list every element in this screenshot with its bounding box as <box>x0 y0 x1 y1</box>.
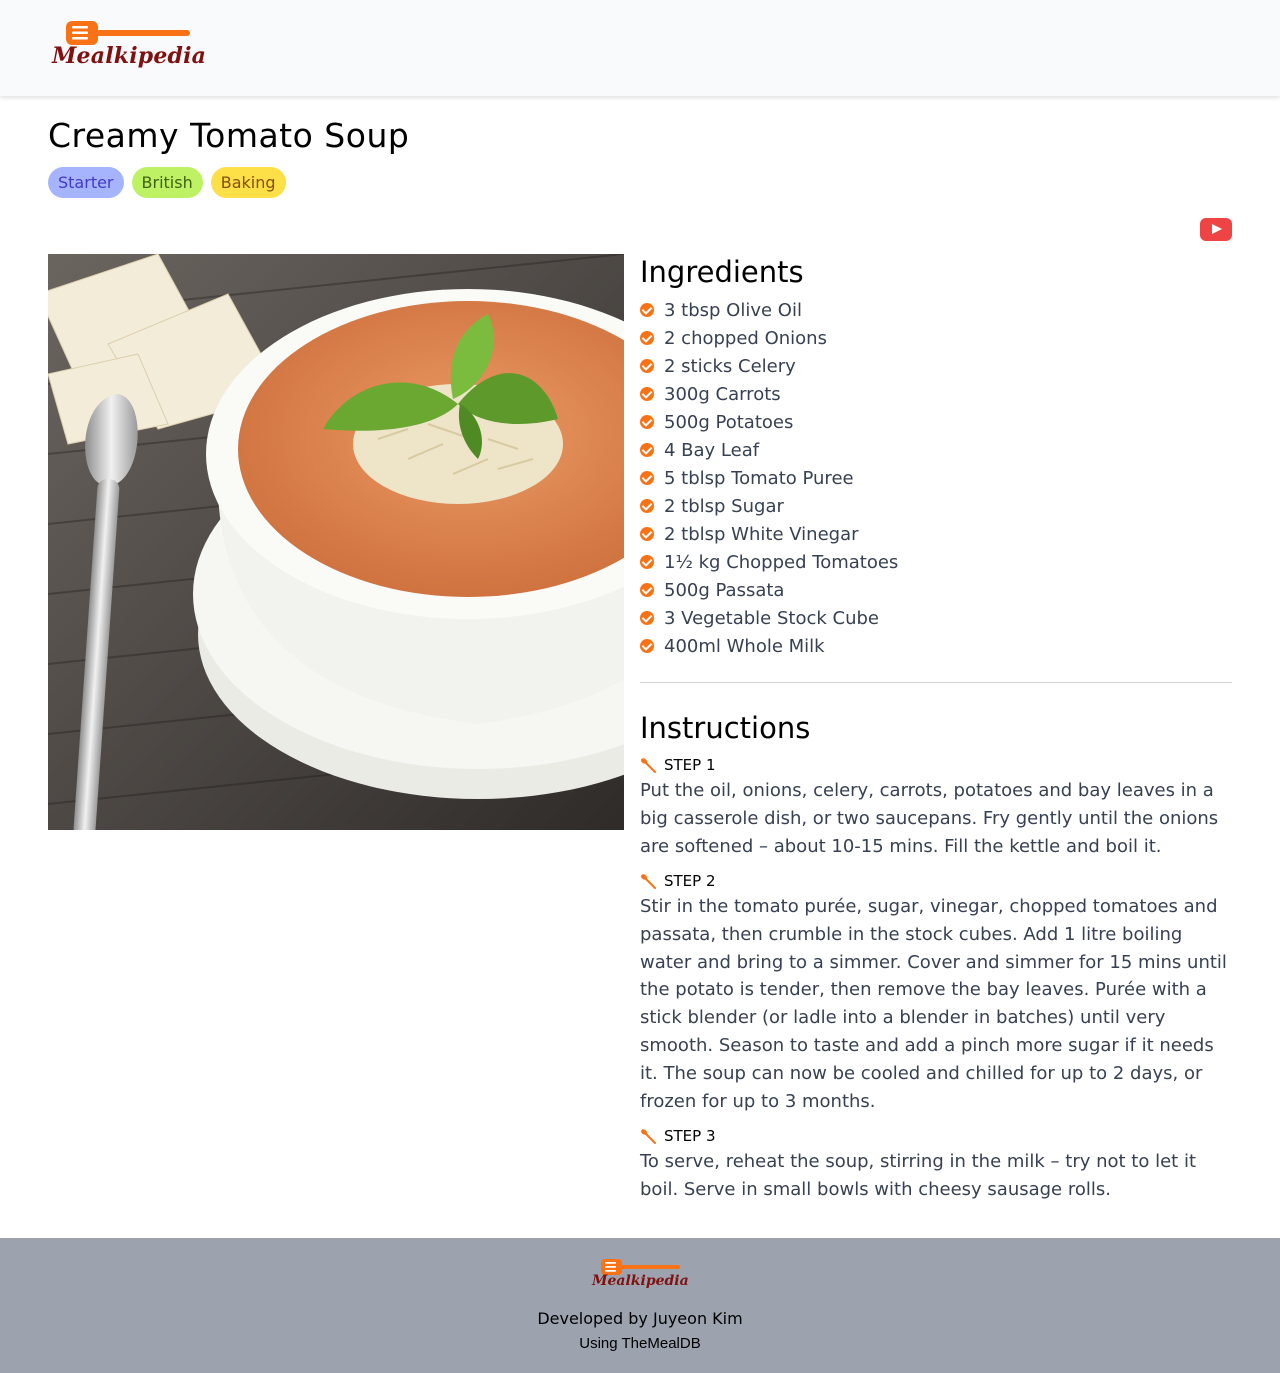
ingredient-text: 2 tblsp White Vinegar <box>664 523 859 545</box>
ingredient-text: 1½ kg Chopped Tomatoes <box>664 551 899 573</box>
list-item: 300g Carrots <box>640 380 898 408</box>
step-text: To serve, reheat the soup, stirring in t… <box>640 1151 1197 1200</box>
list-item: 500g Passata <box>640 576 898 604</box>
ingredient-text: 4 Bay Leaf <box>664 439 760 461</box>
ingredient-text: 400ml Whole Milk <box>664 635 825 657</box>
list-item: 3 tbsp Olive Oil <box>640 296 898 324</box>
tag-category[interactable]: Starter <box>48 167 124 198</box>
check-circle-icon <box>640 471 654 485</box>
spoon-icon <box>641 874 656 889</box>
soup-photo <box>48 254 624 830</box>
list-item: 5 tblsp Tomato Puree <box>640 464 898 492</box>
check-circle-icon <box>640 443 654 457</box>
check-circle-icon <box>640 527 654 541</box>
ingredient-text: 2 chopped Onions <box>664 327 827 349</box>
step-label-text: STEP 3 <box>664 1127 716 1145</box>
list-item: 2 tblsp Sugar <box>640 492 898 520</box>
ingredient-text: 2 sticks Celery <box>664 355 796 377</box>
ingredient-text: 3 tbsp Olive Oil <box>664 299 802 321</box>
ingredient-text: 5 tblsp Tomato Puree <box>664 467 854 489</box>
step-text: Stir in the tomato purée, sugar, vinegar… <box>640 896 1227 1112</box>
check-circle-icon <box>640 611 654 625</box>
ingredient-text: 300g Carrots <box>664 383 781 405</box>
api-credit: Using TheMealDB <box>579 1335 701 1352</box>
step-text: Put the oil, onions, celery, carrots, po… <box>640 780 1219 857</box>
ingredients-heading: Ingredients <box>640 255 804 289</box>
tag-keyword[interactable]: Baking <box>210 167 286 198</box>
check-circle-icon <box>640 303 654 317</box>
list-item: 1½ kg Chopped Tomatoes <box>640 548 898 576</box>
section-divider <box>640 682 1232 683</box>
spoon-icon <box>641 1129 656 1144</box>
navbar: Mealkipedia <box>0 0 1280 96</box>
ingredients-list: 3 tbsp Olive Oil 2 chopped Onions 2 stic… <box>640 296 898 660</box>
youtube-icon[interactable] <box>1200 218 1232 241</box>
recipe-image <box>48 254 624 830</box>
spoon-icon <box>641 758 656 773</box>
footer: Mealkipedia Developed by Juyeon Kim Usin… <box>0 1238 1280 1373</box>
instructions-heading: Instructions <box>640 711 811 745</box>
list-item: 4 Bay Leaf <box>640 436 898 464</box>
list-item: 2 sticks Celery <box>640 352 898 380</box>
tag-area[interactable]: British <box>131 167 203 198</box>
step-label: STEP 2 <box>640 872 716 890</box>
list-item: 2 chopped Onions <box>640 324 898 352</box>
list-item: 2 tblsp White Vinegar <box>640 520 898 548</box>
check-circle-icon <box>640 499 654 513</box>
check-circle-icon <box>640 555 654 569</box>
check-circle-icon <box>640 583 654 597</box>
list-item: 500g Potatoes <box>640 408 898 436</box>
ingredient-text: 2 tblsp Sugar <box>664 495 784 517</box>
step-label: STEP 1 <box>640 756 716 774</box>
developer-credit: Developed by Juyeon Kim <box>537 1309 743 1328</box>
recipe-tags: Starter British Baking <box>48 167 286 198</box>
step-label: STEP 3 <box>640 1127 716 1145</box>
check-circle-icon <box>640 359 654 373</box>
brand-wordmark: Mealkipedia <box>52 43 207 69</box>
ingredient-text: 3 Vegetable Stock Cube <box>664 607 879 629</box>
check-circle-icon <box>640 387 654 401</box>
step-label-text: STEP 1 <box>664 756 716 774</box>
check-circle-icon <box>640 639 654 653</box>
list-item: 3 Vegetable Stock Cube <box>640 604 898 632</box>
mealkipedia-logo[interactable]: Mealkipedia <box>52 20 208 72</box>
check-circle-icon <box>640 331 654 345</box>
step-label-text: STEP 2 <box>664 872 716 890</box>
list-item: 400ml Whole Milk <box>640 632 898 660</box>
footer-logo[interactable]: Mealkipedia <box>592 1258 692 1296</box>
ingredient-text: 500g Passata <box>664 579 785 601</box>
recipe-title: Creamy Tomato Soup <box>48 116 410 155</box>
ingredient-text: 500g Potatoes <box>664 411 794 433</box>
brand-wordmark: Mealkipedia <box>592 1273 689 1289</box>
check-circle-icon <box>640 415 654 429</box>
